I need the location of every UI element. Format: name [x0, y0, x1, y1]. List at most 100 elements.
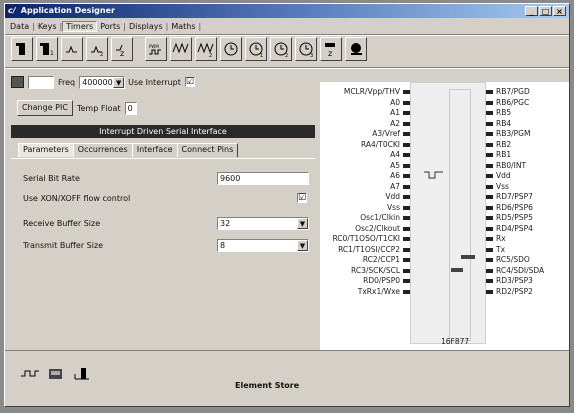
right-pin-lead[interactable]: [486, 195, 493, 199]
clock-source-z-icon[interactable]: z: [111, 37, 133, 61]
right-pin-lead[interactable]: [486, 111, 493, 115]
right-pin-label: Vss: [496, 181, 509, 191]
keypad-1-icon[interactable]: 1: [36, 37, 58, 61]
left-pin-lead[interactable]: [403, 111, 410, 115]
waveform-2-icon[interactable]: 2: [195, 37, 217, 61]
left-pin-lead[interactable]: [403, 142, 410, 147]
svg-text:1: 1: [50, 50, 54, 57]
left-pin-lead[interactable]: [403, 289, 410, 294]
serial-bit-rate-field[interactable]: 9600: [217, 172, 309, 185]
left-pin-lead[interactable]: [403, 205, 410, 210]
timer-2-icon[interactable]: 2: [270, 37, 292, 61]
left-pin-lead[interactable]: [403, 279, 410, 283]
left-pin-lead[interactable]: [403, 258, 410, 262]
keypad-store-icon[interactable]: [45, 363, 67, 385]
right-pin-label: Tx: [496, 244, 506, 254]
left-pin-lead[interactable]: [403, 153, 410, 157]
pwm-icon[interactable]: PWM: [145, 37, 167, 61]
right-pin-lead[interactable]: [486, 279, 493, 283]
use-interrupt-checkbox[interactable]: ☑: [184, 77, 195, 87]
right-pin-label: RB7/PGD: [496, 87, 530, 96]
right-pin-lead[interactable]: [486, 142, 493, 147]
menu-maths[interactable]: Maths: [168, 22, 198, 31]
menu-displays[interactable]: Displays: [126, 22, 166, 31]
interrupt-store-icon[interactable]: [71, 363, 93, 385]
serial-z-icon[interactable]: z: [320, 37, 342, 61]
menu-data[interactable]: Data: [7, 22, 32, 31]
receive-buffer-value[interactable]: 32: [217, 217, 309, 230]
tab-occurrences[interactable]: Occurrences: [72, 143, 133, 157]
left-pin-lead[interactable]: [403, 216, 410, 220]
menu-ports[interactable]: Ports: [97, 22, 123, 31]
chevron-down-icon[interactable]: ▼: [113, 76, 125, 88]
transmit-buffer-value[interactable]: 8: [217, 239, 309, 252]
right-pin-lead[interactable]: [486, 258, 493, 262]
right-pin-lead[interactable]: [486, 237, 493, 241]
temp-float-field[interactable]: 0: [124, 101, 137, 115]
left-pin-lead[interactable]: [403, 132, 410, 136]
right-pin-lead[interactable]: [486, 153, 493, 157]
pic-field[interactable]: [28, 75, 54, 89]
left-pin-lead[interactable]: [403, 226, 410, 231]
close-button[interactable]: ×: [553, 6, 566, 16]
config-row: Freq 4000000 ▼ Use Interrupt ☑: [11, 74, 195, 90]
left-pin-lead[interactable]: [403, 174, 410, 178]
timer-3-icon[interactable]: 3: [295, 37, 317, 61]
waveform-icon[interactable]: [170, 37, 192, 61]
left-pin-lead[interactable]: [403, 184, 410, 189]
app-icon: c/: [8, 6, 16, 15]
right-pin-label: RD6/PSP6: [496, 202, 533, 212]
menu-divider: [5, 34, 569, 36]
right-pin-lead[interactable]: [486, 100, 493, 105]
left-pin-lead[interactable]: [403, 237, 410, 241]
left-pin-label: RA4/T0CKI: [360, 139, 400, 149]
tab-parameters[interactable]: Parameters: [18, 143, 74, 157]
left-pin-label: A5: [390, 160, 400, 170]
clock-source-icon[interactable]: [61, 37, 83, 61]
window-title: Application Designer: [20, 6, 115, 15]
right-pin-label: Vdd: [496, 171, 511, 180]
left-pin-lead[interactable]: [403, 90, 410, 94]
change-pic-button[interactable]: Change PIC: [17, 100, 73, 116]
watchdog-icon[interactable]: [345, 37, 367, 61]
left-pin-lead[interactable]: [403, 163, 410, 168]
clock-source-2-icon[interactable]: 2: [86, 37, 108, 61]
chip-schematic[interactable]: 16F877 MCLR/Vpp/THV A0 A1 A2 A3/Vref RA4/T0CK…: [320, 82, 569, 352]
right-pin-lead[interactable]: [486, 205, 493, 210]
right-pin-lead[interactable]: [486, 268, 493, 273]
timer-1-icon[interactable]: 1: [245, 37, 267, 61]
right-pin-lead[interactable]: [486, 216, 493, 220]
chevron-down-icon[interactable]: ▼: [297, 240, 308, 251]
chevron-down-icon[interactable]: ▼: [297, 218, 308, 229]
left-pin-lead[interactable]: [403, 247, 410, 252]
maximize-button[interactable]: □: [539, 6, 552, 16]
menu-timers[interactable]: Timers: [62, 20, 98, 32]
right-pin-lead[interactable]: [486, 226, 493, 231]
menu-keys[interactable]: Keys: [35, 22, 60, 31]
left-pin-lead[interactable]: [403, 195, 410, 199]
right-pin-lead[interactable]: [486, 247, 493, 252]
right-pin-lead[interactable]: [486, 174, 493, 178]
left-pin-lead[interactable]: [403, 268, 410, 273]
minimize-button[interactable]: _: [525, 6, 538, 16]
serial-wave-icon[interactable]: [19, 363, 41, 385]
left-pin-lead[interactable]: [403, 121, 410, 126]
left-pin-label: A2: [390, 118, 400, 128]
freq-combo[interactable]: 4000000 ▼: [79, 75, 126, 89]
timer-0-icon[interactable]: [220, 37, 242, 61]
receive-buffer-combo[interactable]: 32 ▼: [217, 217, 309, 230]
right-pin-lead[interactable]: [486, 184, 493, 189]
left-pin-lead[interactable]: [403, 100, 410, 105]
right-pin-label: RC5/SDO: [496, 255, 530, 264]
keypad-icon[interactable]: [11, 37, 33, 61]
transmit-buffer-combo[interactable]: 8 ▼: [217, 239, 309, 252]
right-pin-lead[interactable]: [486, 289, 493, 294]
right-pin-lead[interactable]: [486, 132, 493, 136]
right-pin-lead[interactable]: [486, 90, 493, 94]
title-bar[interactable]: c/ Application Designer _ □ ×: [5, 4, 569, 18]
xon-xoff-checkbox[interactable]: ☑: [297, 193, 307, 203]
tab-connect-pins[interactable]: Connect Pins: [176, 143, 239, 157]
right-pin-lead[interactable]: [486, 121, 493, 126]
right-pin-lead[interactable]: [486, 163, 493, 168]
tab-interface[interactable]: Interface: [131, 143, 178, 157]
